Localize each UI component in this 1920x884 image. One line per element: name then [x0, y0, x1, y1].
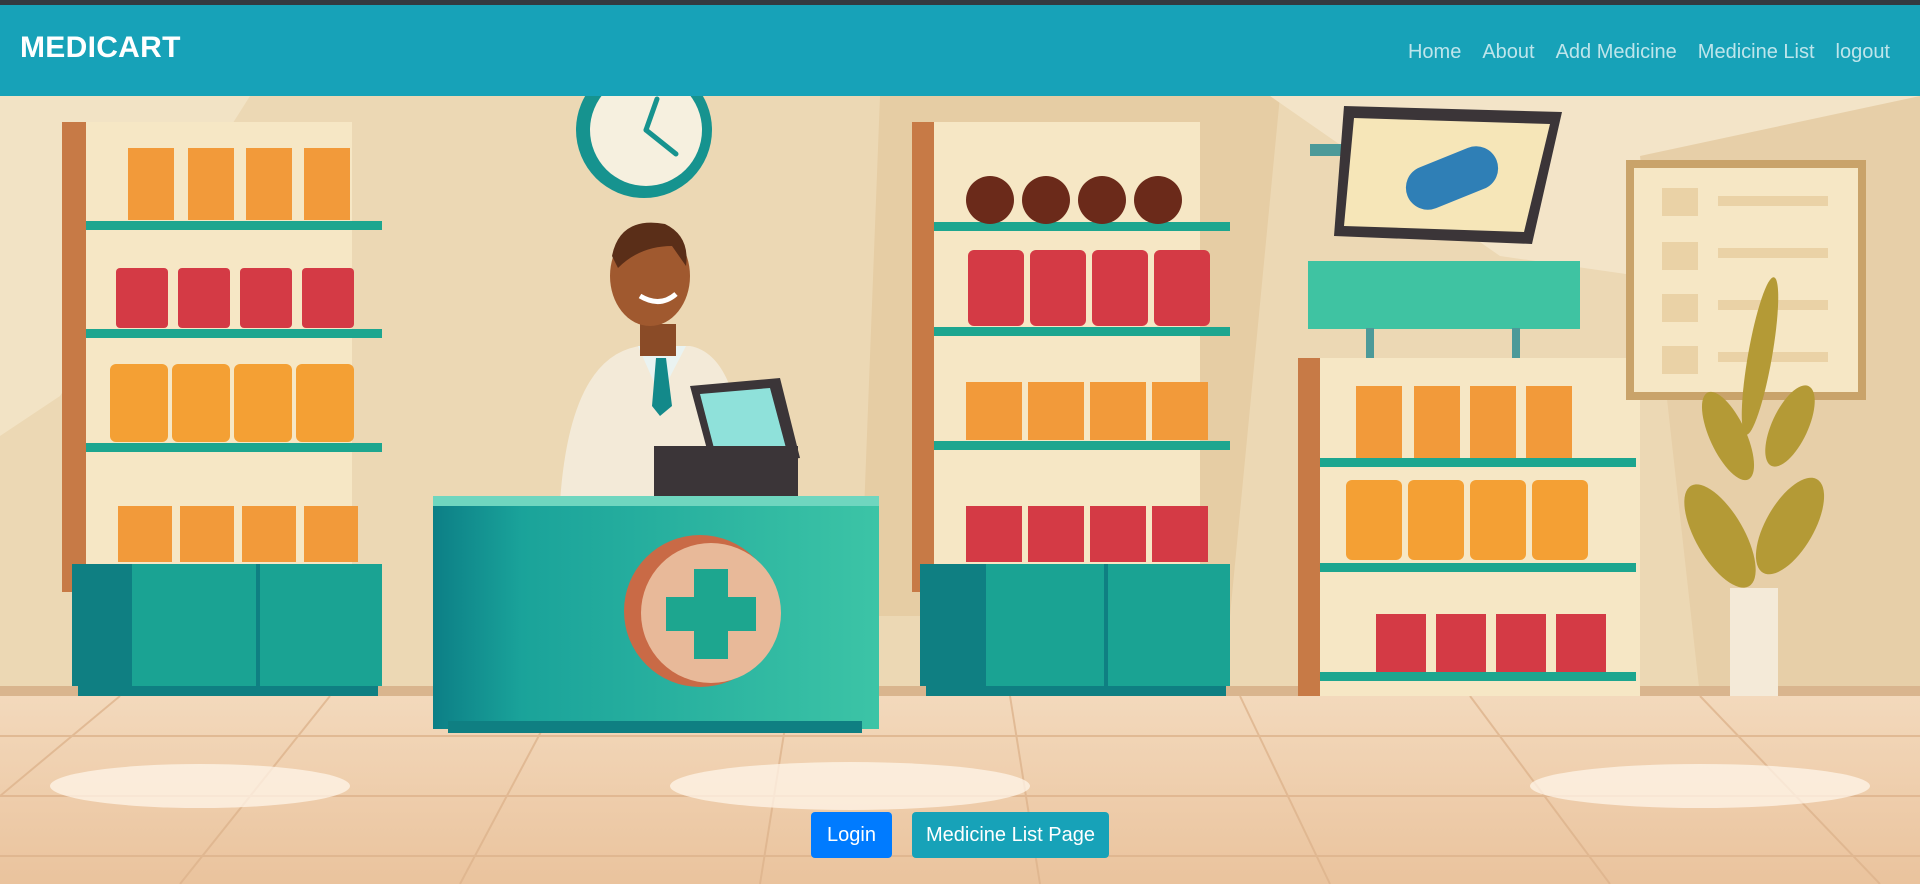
pharmacy-illustration [0, 96, 1920, 884]
brand-logo[interactable]: MEDICART [20, 31, 181, 65]
medicine-list-page-button[interactable]: Medicine List Page [912, 812, 1109, 858]
hero-actions: Login Medicine List Page [0, 812, 1920, 858]
nav-link-medicine-list[interactable]: Medicine List [1698, 41, 1815, 64]
navbar: MEDICART Home About Add Medicine Medicin… [0, 5, 1920, 96]
nav-link-home[interactable]: Home [1408, 41, 1461, 64]
nav-link-about[interactable]: About [1482, 41, 1534, 64]
nav-links: Home About Add Medicine Medicine List lo… [1387, 41, 1890, 64]
nav-link-logout[interactable]: logout [1836, 41, 1891, 64]
login-button[interactable]: Login [811, 812, 892, 858]
nav-link-add-medicine[interactable]: Add Medicine [1556, 41, 1677, 64]
